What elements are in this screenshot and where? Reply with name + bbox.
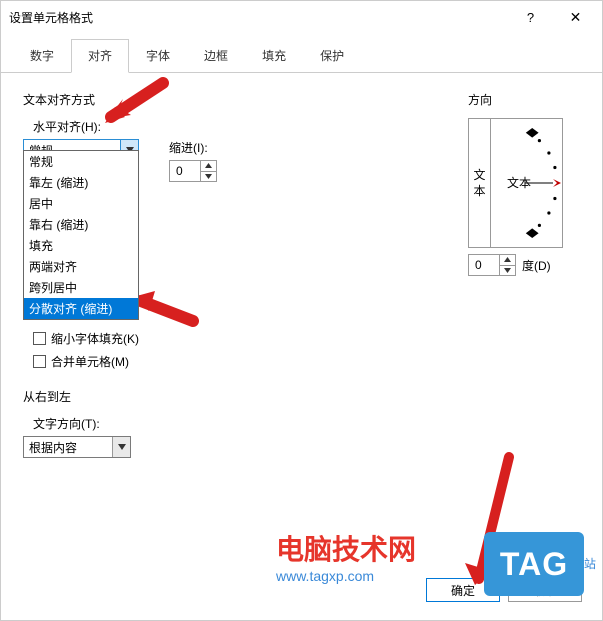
dd-item-right[interactable]: 靠右 (缩进): [24, 214, 138, 235]
orientation-heading: 方向: [468, 91, 578, 108]
tab-border[interactable]: 边框: [187, 39, 245, 72]
dial-icon: 文本: [491, 119, 563, 247]
watermark-url: www.tagxp.com: [276, 568, 416, 584]
tab-alignment[interactable]: 对齐: [71, 39, 129, 73]
tab-bar: 数字 对齐 字体 边框 填充 保护: [1, 39, 602, 73]
indent-label: 缩进(I):: [169, 139, 217, 156]
dd-item-general[interactable]: 常规: [24, 151, 138, 172]
dd-item-justify[interactable]: 两端对齐: [24, 256, 138, 277]
text-direction-combo[interactable]: 根据内容: [23, 436, 131, 458]
orientation-dial[interactable]: 文 本: [468, 118, 563, 248]
shrink-checkbox[interactable]: 缩小字体填充(K): [33, 330, 458, 347]
format-cells-window: 设置单元格格式 ? ✕ 数字 对齐 字体 边框 填充 保护 文本对齐方式 水平对…: [0, 0, 603, 621]
orientation-vertical-text[interactable]: 文 本: [469, 119, 491, 247]
spin-up-icon[interactable]: [200, 161, 216, 172]
titlebar: 设置单元格格式 ? ✕: [1, 1, 602, 33]
merge-checkbox[interactable]: 合并单元格(M): [33, 353, 458, 370]
tab-number[interactable]: 数字: [13, 39, 71, 72]
indent-spinner[interactable]: 0: [169, 160, 217, 182]
dd-item-distributed[interactable]: 分散对齐 (缩进): [24, 298, 138, 319]
spin-down-icon[interactable]: [499, 266, 515, 276]
rtl-heading: 从右到左: [23, 388, 458, 405]
chevron-down-icon[interactable]: [112, 437, 130, 457]
close-button[interactable]: ✕: [553, 3, 598, 31]
degree-label: 度(D): [522, 257, 551, 274]
help-button[interactable]: ?: [508, 3, 553, 31]
horizontal-align-dropdown[interactable]: 常规 靠左 (缩进) 居中 靠右 (缩进) 填充 两端对齐 跨列居中 分散对齐 …: [23, 150, 139, 320]
horizontal-align-label: 水平对齐(H):: [33, 118, 458, 135]
text-alignment-heading: 文本对齐方式: [23, 91, 458, 108]
checkbox-icon: [33, 355, 46, 368]
indent-value: 0: [176, 164, 183, 178]
watermark: 电脑技术网 www.tagxp.com: [276, 528, 416, 584]
checkbox-icon: [33, 332, 46, 345]
dial-text-label: 文本: [507, 175, 531, 190]
dd-item-left[interactable]: 靠左 (缩进): [24, 172, 138, 193]
tag-text: TAG: [500, 546, 568, 583]
dd-item-center-across[interactable]: 跨列居中: [24, 277, 138, 298]
tab-font[interactable]: 字体: [129, 39, 187, 72]
text-direction-value: 根据内容: [29, 439, 77, 456]
spin-down-icon[interactable]: [200, 172, 216, 182]
watermark-title: 电脑技术网: [276, 528, 416, 568]
degree-spinner[interactable]: 0: [468, 254, 516, 276]
window-title: 设置单元格格式: [9, 9, 508, 26]
tab-fill[interactable]: 填充: [245, 39, 303, 72]
dd-item-center[interactable]: 居中: [24, 193, 138, 214]
dd-item-fill[interactable]: 填充: [24, 235, 138, 256]
spin-up-icon[interactable]: [499, 255, 515, 266]
degree-value: 0: [475, 258, 482, 272]
text-direction-label: 文字方向(T):: [33, 415, 458, 432]
tab-protection[interactable]: 保护: [303, 39, 361, 72]
tag-badge: TAG: [484, 532, 584, 596]
